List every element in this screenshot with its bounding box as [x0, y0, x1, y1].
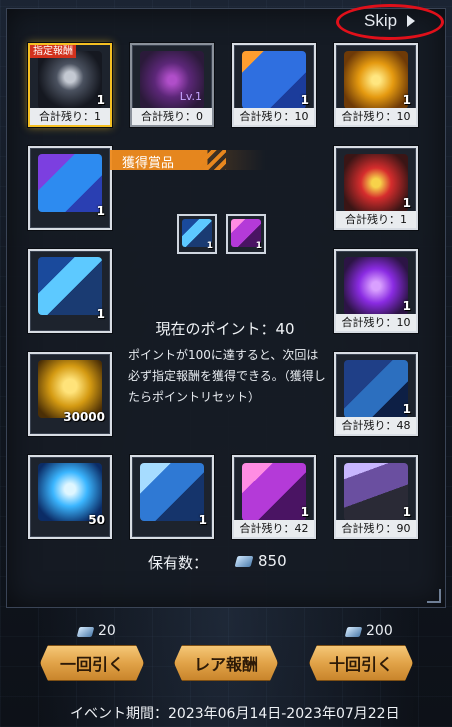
- remaining-count: 合計残り：48: [336, 417, 416, 434]
- draw-once-button[interactable]: 一回引く: [40, 645, 144, 681]
- item-quantity: 1: [96, 93, 105, 107]
- obtained-item[interactable]: 1: [226, 214, 266, 254]
- reward-tile[interactable]: 1 合計残り：1: [334, 146, 418, 230]
- panel-corner-decoration: [427, 589, 441, 603]
- reward-tile[interactable]: Lv.1 合計残り：0: [130, 43, 214, 127]
- card-pack-icon: [242, 51, 306, 109]
- item-quantity: 1: [300, 505, 309, 519]
- obtained-prizes-banner: 獲得賞品: [110, 150, 332, 171]
- remaining-count: 合計残り：1: [336, 211, 416, 228]
- item-quantity: 1: [300, 93, 309, 107]
- ticket-icon: [234, 556, 254, 567]
- obtained-quantity: 1: [206, 241, 213, 251]
- draw-ten-button[interactable]: 十回引く: [309, 645, 413, 681]
- remaining-count: 合計残り：42: [234, 520, 314, 537]
- reward-tile[interactable]: 1: [28, 146, 112, 230]
- level-label: Lv.1: [179, 90, 202, 103]
- points-description: ポイントが100に達すると、次回は必ず指定報酬を獲得できる。（獲得したらポイント…: [128, 348, 326, 404]
- item-quantity: 1: [198, 513, 207, 527]
- chest-icon: [344, 463, 408, 521]
- item-quantity: 1: [96, 307, 105, 321]
- owned-value: 850: [258, 552, 287, 570]
- item-quantity: 1: [402, 299, 411, 313]
- ticket-icon: [344, 627, 363, 637]
- item-quantity: 1: [402, 402, 411, 416]
- obtained-prizes-label: 獲得賞品: [122, 156, 175, 171]
- reward-tile[interactable]: 1: [130, 455, 214, 539]
- item-quantity: 1: [402, 93, 411, 107]
- banner-stripes: [200, 150, 226, 170]
- rare-reward-button[interactable]: レア報酬: [174, 645, 278, 681]
- item-quantity: 1: [402, 505, 411, 519]
- reward-tile[interactable]: 50: [28, 455, 112, 539]
- obtained-item[interactable]: 1: [177, 214, 217, 254]
- tube-icon: [38, 257, 102, 315]
- reward-tile[interactable]: 1: [28, 249, 112, 333]
- ten-cost: 200: [366, 623, 393, 639]
- owned-label: 保有数：: [148, 554, 209, 572]
- obtained-quantity: 1: [255, 241, 262, 251]
- remaining-count: 合計残り：0: [132, 108, 212, 125]
- play-arrow-icon[interactable]: [407, 15, 415, 27]
- item-quantity: 30000: [63, 410, 105, 424]
- helmet-icon: [38, 51, 102, 109]
- item-quantity: 50: [88, 513, 105, 527]
- remaining-count: 合計残り：10: [336, 314, 416, 331]
- current-points: 現在のポイント：40: [155, 320, 295, 338]
- reward-tile[interactable]: 1 合計残り：10: [232, 43, 316, 127]
- reward-tile[interactable]: 1 合計残り：48: [334, 352, 418, 436]
- capsule-icon: [344, 154, 408, 212]
- card-icon: [38, 154, 102, 212]
- remaining-count: 合計残り：1: [30, 108, 110, 125]
- remaining-count: 合計残り：10: [234, 108, 314, 125]
- gift-icon: [242, 463, 306, 521]
- purple-crate-icon: [344, 257, 408, 315]
- item-quantity: 1: [402, 196, 411, 210]
- reward-tile[interactable]: 1 合計残り：90: [334, 455, 418, 539]
- reward-tile[interactable]: 1 合計残り：10: [334, 43, 418, 127]
- remaining-count: 合計残り：90: [336, 520, 416, 537]
- item-quantity: 1: [96, 204, 105, 218]
- reward-tile[interactable]: 30000: [28, 352, 112, 436]
- skip-button[interactable]: Skip: [364, 11, 397, 31]
- ticket-icon: [76, 627, 95, 637]
- gold-puzzle-icon: [344, 51, 408, 109]
- event-period: イベント期間：2023年06月14日-2023年07月22日: [70, 706, 400, 722]
- designated-reward-tag: 指定報酬: [30, 45, 76, 58]
- remaining-count: 合計残り：10: [336, 108, 416, 125]
- reward-tile[interactable]: 1 合計残り：10: [334, 249, 418, 333]
- chip-card-icon: [344, 360, 408, 418]
- cube-icon: [140, 463, 204, 521]
- single-cost: 20: [98, 623, 116, 639]
- reward-tile[interactable]: 指定報酬 1 合計残り：1: [28, 43, 112, 127]
- reward-tile[interactable]: 1 合計残り：42: [232, 455, 316, 539]
